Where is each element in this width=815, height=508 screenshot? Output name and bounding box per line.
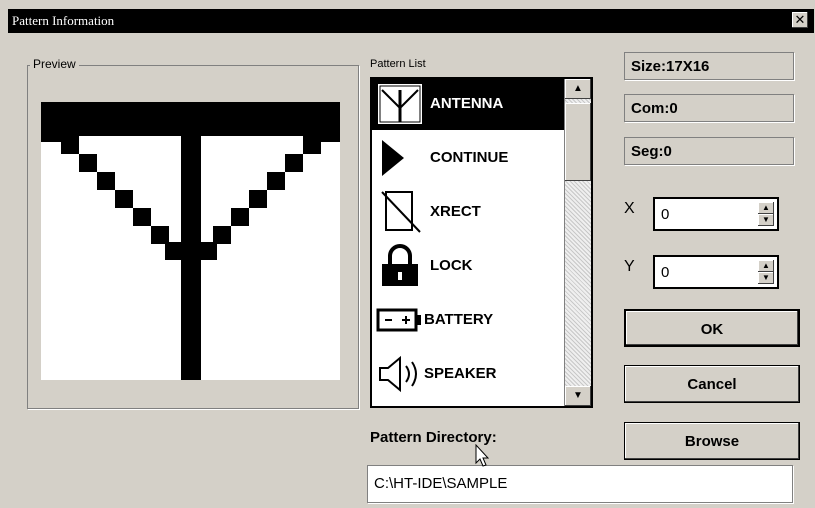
cancel-button[interactable]: Cancel [624, 365, 800, 403]
pattern-list-label: Pattern List [370, 58, 426, 70]
list-item-label: XRECT [430, 203, 481, 220]
window-title: Pattern Information [12, 13, 115, 28]
list-item-xrect[interactable]: XRECT [372, 187, 565, 238]
list-item-battery[interactable]: BATTERY [372, 295, 565, 346]
antenna-preview-graphic [41, 102, 340, 380]
x-spinner[interactable]: 0 ▲ ▼ [653, 197, 779, 231]
partial-pattern-icon [376, 404, 424, 408]
x-up-button[interactable]: ▲ [758, 202, 774, 214]
y-label: Y [624, 258, 635, 275]
title-bar[interactable]: Pattern Information ✕ [8, 9, 814, 33]
list-item-speaker[interactable]: SPEAKER [372, 349, 565, 400]
list-scrollbar[interactable]: ▲ ▼ [564, 79, 591, 406]
list-item-label: SPEAKER [424, 365, 497, 382]
browse-button[interactable]: Browse [624, 422, 800, 460]
y-spin-buttons: ▲ ▼ [758, 260, 774, 284]
ok-button[interactable]: OK [624, 309, 800, 347]
y-down-button[interactable]: ▼ [758, 272, 774, 284]
x-value[interactable]: 0 [661, 206, 669, 223]
x-label: X [624, 200, 635, 217]
y-spinner[interactable]: 0 ▲ ▼ [653, 255, 779, 289]
list-item-label: ANTENNA [430, 95, 504, 112]
xrect-icon [381, 191, 421, 233]
list-item-partial[interactable] [372, 401, 565, 408]
y-up-button[interactable]: ▲ [758, 260, 774, 272]
pattern-listbox[interactable]: ANTENNA CONTINUE XRECT LOCK BATTERY SPEA… [370, 77, 593, 408]
battery-icon [376, 308, 421, 332]
mouse-cursor-icon [475, 444, 490, 467]
scroll-up-button[interactable]: ▲ [565, 79, 591, 99]
list-item-lock[interactable]: LOCK [372, 241, 565, 292]
y-value[interactable]: 0 [661, 264, 669, 281]
x-down-button[interactable]: ▼ [758, 214, 774, 226]
scroll-thumb[interactable] [565, 103, 591, 181]
pattern-preview [41, 102, 340, 380]
play-arrow-icon [382, 140, 404, 176]
antenna-icon [378, 84, 422, 124]
lock-icon [382, 244, 418, 286]
scroll-down-button[interactable]: ▼ [565, 386, 591, 406]
list-item-label: LOCK [430, 257, 473, 274]
size-display: Size:17X16 [624, 52, 794, 80]
speaker-icon [379, 355, 417, 393]
list-item-label: CONTINUE [430, 149, 509, 166]
com-display: Com:0 [624, 94, 794, 122]
pattern-directory-field[interactable]: C:\HT-IDE\SAMPLE [367, 465, 793, 503]
close-button[interactable]: ✕ [792, 12, 808, 28]
preview-label: Preview [30, 57, 79, 71]
list-item-continue[interactable]: CONTINUE [372, 133, 565, 184]
pattern-information-dialog: Pattern Information ✕ Preview Pattern Li… [0, 0, 815, 508]
seg-display: Seg:0 [624, 137, 794, 165]
list-item-antenna[interactable]: ANTENNA [372, 79, 565, 130]
x-spin-buttons: ▲ ▼ [758, 202, 774, 226]
list-item-label: BATTERY [424, 311, 494, 328]
